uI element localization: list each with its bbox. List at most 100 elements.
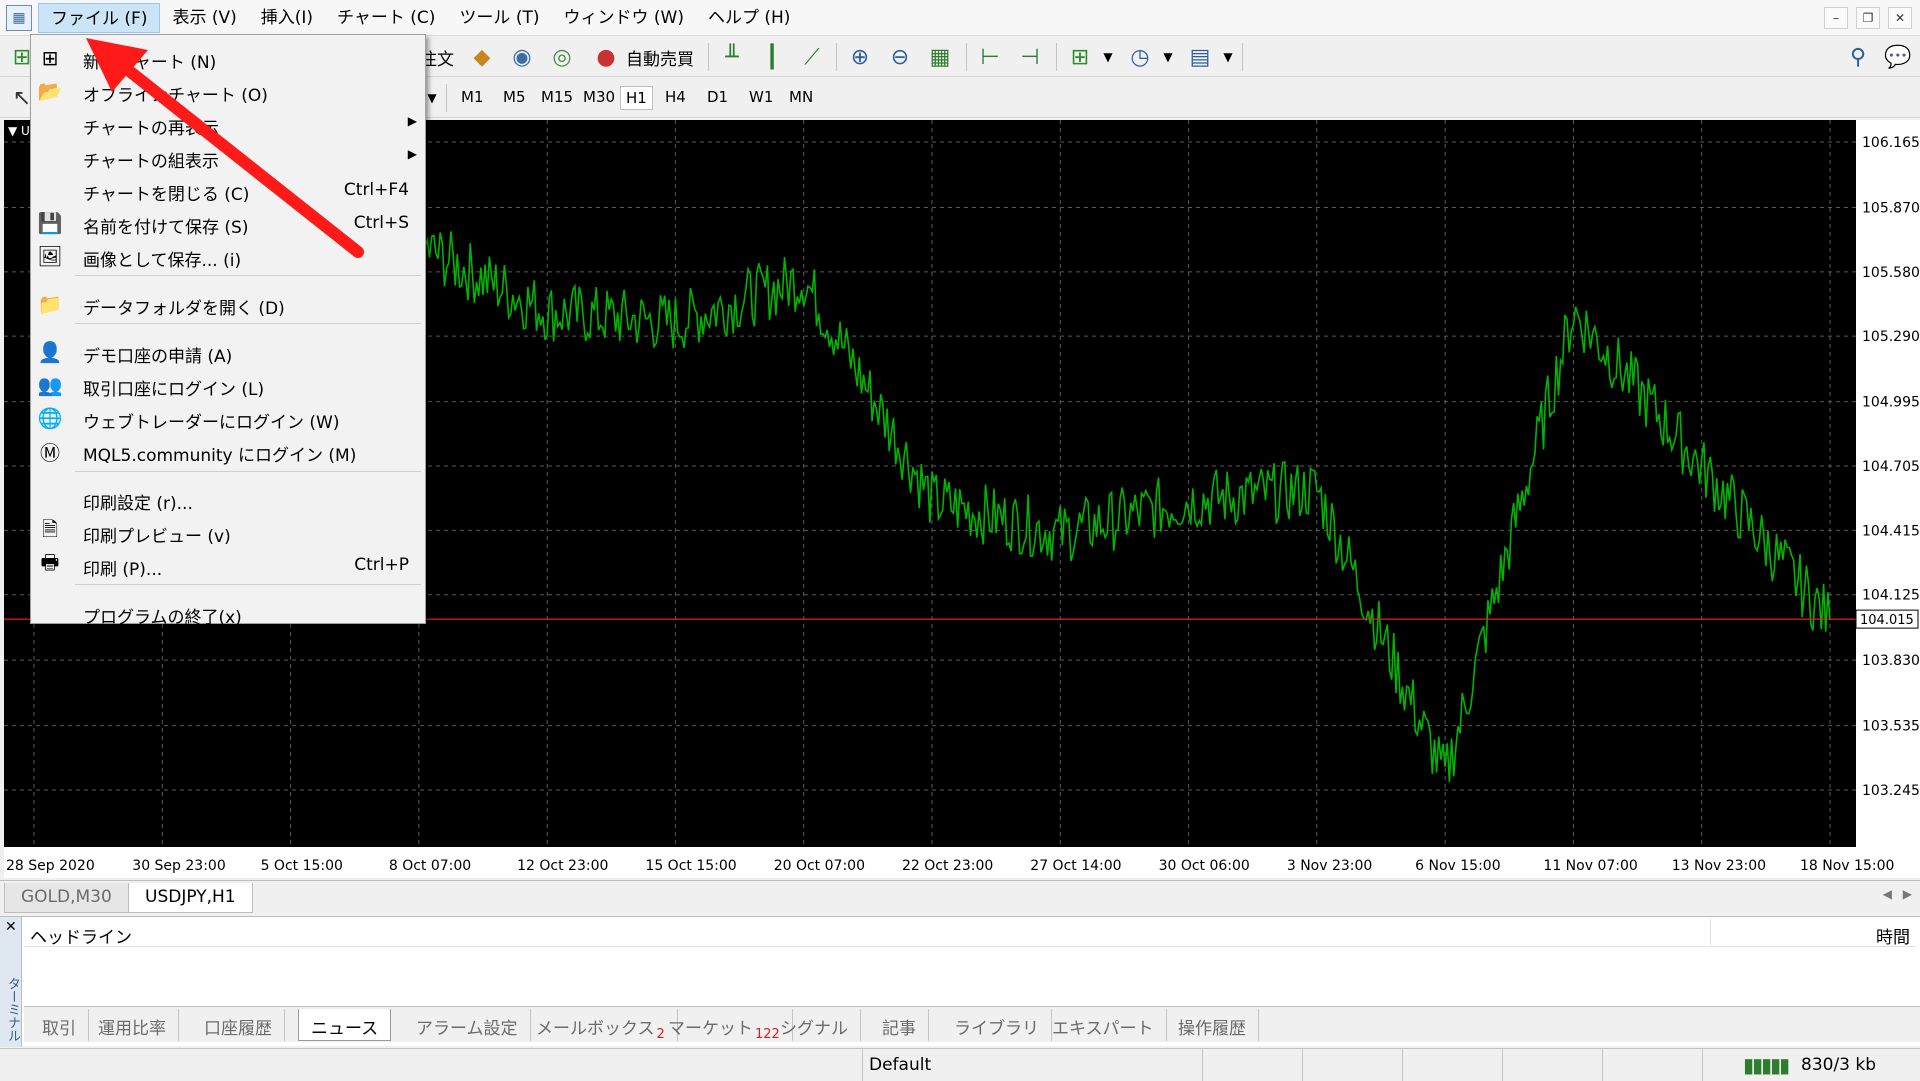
chart-collapse-icon[interactable]: ▼ U (8, 124, 30, 138)
periods-icon[interactable]: ◷ (1126, 43, 1154, 71)
chart-tab-gold[interactable]: GOLD,M30 (4, 883, 129, 913)
file-menu-item[interactable]: 👤 デモ口座の申請 (A) (31, 337, 425, 367)
timeframe-h4[interactable]: H4 (660, 86, 691, 108)
templates-icon[interactable]: ▤ (1186, 43, 1214, 71)
file-menu-item-label: 画像として保存... (i) (83, 251, 242, 271)
file-menu-item-label: 印刷プレビュー (v) (83, 527, 231, 547)
zoom-in-icon[interactable]: ⊕ (846, 43, 874, 71)
price-axis (1856, 120, 1920, 878)
file-menu-item[interactable]: プログラムの終了(x) (31, 598, 425, 628)
timeframe-h1[interactable]: H1 (620, 86, 653, 110)
file-menu-item-label: デモ口座の申請 (A) (83, 347, 233, 367)
file-menu-item[interactable]: 印刷設定 (r)... (31, 484, 425, 514)
restore-icon[interactable]: ❐ (1856, 6, 1880, 29)
news-table-header: ヘッドライン 時間 (24, 919, 1916, 948)
terminal-tab[interactable]: 記事 (870, 1009, 929, 1041)
file-menu-item[interactable]: 📁 データフォルダを開く (D) (31, 289, 425, 319)
time-tick-label: 8 Oct 07:00 (389, 858, 471, 874)
terminal-tab[interactable]: ライブラリ (942, 1009, 1052, 1041)
tile-windows-icon[interactable]: ▦ (926, 43, 954, 71)
chevron-down-icon[interactable]: ▼ (1094, 43, 1122, 71)
file-menu-item[interactable]: 👥 取引口座にログイン (L) (31, 370, 425, 400)
file-menu-item[interactable]: 🌐 ウェブトレーダーにログイン (W) (31, 403, 425, 433)
close-icon[interactable]: ✕ (1888, 6, 1912, 29)
navigator-icon[interactable]: ◉ (508, 43, 536, 71)
market-watch-icon[interactable]: ◆ (468, 43, 496, 71)
autotrade-button[interactable]: 自動売買 (626, 45, 694, 70)
terminal-tab[interactable]: メールボックス 2 (524, 1009, 678, 1042)
terminal-tab[interactable]: 運用比率 (86, 1009, 179, 1041)
menu-chart[interactable]: チャート (C) (325, 3, 447, 33)
indicators-icon[interactable]: ⊞ (1066, 43, 1094, 71)
autotrade-icon[interactable]: ● (592, 43, 620, 71)
chart-shift-icon[interactable]: ⊢ (976, 43, 1004, 71)
price-tick-label: 105.580 (1862, 265, 1920, 281)
file-menu-item[interactable]: チャートの組表示 ▶ (31, 142, 425, 172)
menu-help[interactable]: ヘルプ (H) (696, 3, 802, 33)
status-traffic: 830/3 kb (1801, 1055, 1877, 1075)
timeframe-m5[interactable]: M5 (498, 86, 531, 108)
submenu-arrow-icon: ▶ (407, 114, 417, 128)
timeframe-mn[interactable]: MN (784, 86, 818, 108)
file-menu-item[interactable]: 💾 名前を付けて保存 (S) Ctrl+S (31, 208, 425, 238)
chart-tab-usdjpy[interactable]: USDJPY,H1 (128, 883, 253, 913)
time-tick-label: 30 Oct 06:00 (1159, 858, 1250, 874)
app-icon[interactable]: ▦ (6, 4, 32, 31)
file-menu-item-label: プログラムの終了(x) (83, 608, 242, 628)
price-tick-label: 103.830 (1862, 653, 1920, 669)
terminal-tab[interactable]: シグナル (768, 1009, 861, 1041)
terminal-tab[interactable]: ニュース (298, 1009, 392, 1041)
file-menu-item[interactable]: 🗎 印刷プレビュー (v) (31, 517, 425, 547)
timeframe-m15[interactable]: M15 (536, 86, 578, 108)
terminal-tab-label: アラーム設定 (416, 1019, 518, 1039)
terminal-tab[interactable]: エキスパート (1040, 1009, 1167, 1041)
terminal-tab[interactable]: 取引 (30, 1009, 89, 1041)
menu-file[interactable]: ファイル (F) (38, 2, 161, 33)
chat-icon[interactable]: 💬 (1884, 43, 1912, 71)
file-menu-item[interactable]: Ⓜ MQL5.community にログイン (M) (31, 436, 425, 467)
file-menu-item[interactable]: 📂 オフラインチャート (O) (31, 76, 425, 106)
chevron-down-icon[interactable]: ▼ (1214, 43, 1242, 71)
minimize-icon[interactable]: – (1824, 6, 1848, 29)
timeframe-w1[interactable]: W1 (744, 86, 778, 108)
file-menu-item[interactable]: 🖶 印刷 (P)... Ctrl+P (31, 550, 425, 580)
timeframe-d1[interactable]: D1 (702, 86, 733, 108)
autoscroll-icon[interactable]: ⊣ (1016, 43, 1044, 71)
search-icon[interactable]: ⚲ (1844, 43, 1872, 71)
signals-icon[interactable]: ◎ (548, 43, 576, 71)
file-menu-item[interactable]: ⊞ 新規チャート (N) (31, 43, 425, 73)
menu-bar: ▦ ファイル (F) 表示 (V) 挿入(I) チャート (C) ツール (T)… (0, 0, 1920, 36)
menu-insert[interactable]: 挿入(I) (249, 3, 325, 33)
web-trader-icon: 🌐 (37, 406, 63, 430)
line-chart-icon[interactable]: ⟋ (798, 43, 826, 71)
candlestick-icon[interactable]: ┃ (758, 43, 786, 71)
headline-column-header[interactable]: ヘッドライン (30, 923, 132, 948)
status-connection-cell: ▮▮▮▮▮ 830/3 kb (1702, 1049, 1920, 1081)
time-tick-label: 12 Oct 23:00 (517, 858, 608, 874)
demo-account-icon: 👤 (37, 340, 63, 364)
price-tick-label: 104.415 (1862, 523, 1920, 539)
time-tick-label: 28 Sep 2020 (6, 858, 95, 874)
menu-window[interactable]: ウィンドウ (W) (551, 3, 695, 33)
timeframe-m30[interactable]: M30 (578, 86, 620, 108)
file-menu-item[interactable]: チャートを閉じる (C) Ctrl+F4 (31, 175, 425, 205)
chevron-down-icon[interactable]: ▼ (1154, 43, 1182, 71)
timeframe-m1[interactable]: M1 (456, 86, 489, 108)
terminal-tab[interactable]: アラーム設定 (404, 1009, 531, 1041)
time-tick-label: 11 Nov 07:00 (1543, 858, 1637, 874)
file-menu-item[interactable]: チャートの再表示 ▶ (31, 109, 425, 139)
terminal-tab[interactable]: 操作履歴 (1166, 1009, 1259, 1041)
file-menu-item[interactable]: 🖼 画像として保存... (i) (31, 241, 425, 271)
price-tick-label: 104.705 (1862, 459, 1920, 475)
terminal-close-icon[interactable]: ✕ (5, 919, 17, 935)
zoom-out-icon[interactable]: ⊖ (886, 43, 914, 71)
menu-tools[interactable]: ツール (T) (447, 3, 551, 33)
terminal-tab[interactable]: 口座履歴 (192, 1009, 285, 1041)
tab-scroll-left-icon[interactable]: ◀ (1883, 887, 1892, 901)
folder-icon: 📁 (37, 292, 63, 316)
bar-chart-icon[interactable]: ╨ (718, 43, 746, 71)
file-menu-item-label: ウェブトレーダーにログイン (W) (83, 413, 340, 433)
time-column-header[interactable]: 時間 (1876, 923, 1910, 948)
menu-view[interactable]: 表示 (V) (160, 3, 248, 33)
tab-scroll-right-icon[interactable]: ▶ (1903, 887, 1912, 901)
